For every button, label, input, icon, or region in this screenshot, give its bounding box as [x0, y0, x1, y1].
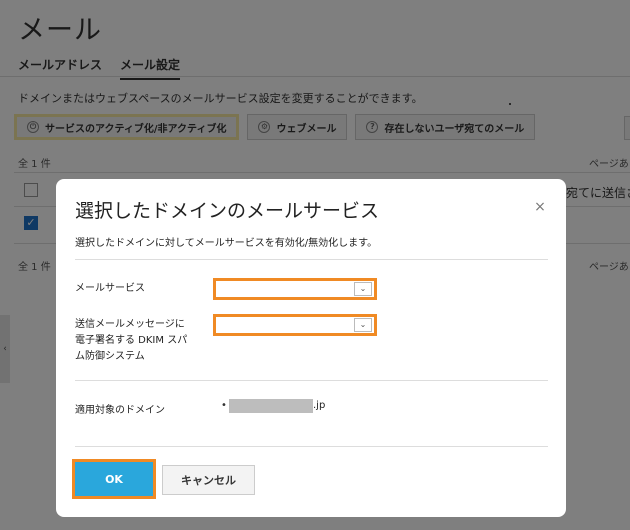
divider-top	[75, 259, 548, 260]
close-icon[interactable]: ×	[532, 199, 548, 215]
redacted-domain-name	[229, 399, 313, 413]
dkim-label-line: 電子署名する DKIM スパ	[75, 335, 188, 346]
dkim-select[interactable]: ⌄	[213, 314, 377, 336]
domain-bullet: •	[221, 400, 227, 411]
mail-service-label: メールサービス	[75, 283, 145, 294]
divider-middle	[75, 380, 548, 381]
domain-suffix: .jp	[313, 400, 326, 411]
ok-button[interactable]: OK	[72, 459, 156, 499]
dkim-label: 送信メールメッセージに 電子署名する DKIM スパ ム防御システム	[75, 317, 187, 365]
chevron-down-icon: ⌄	[354, 282, 372, 296]
target-domain-label: 適用対象のドメイン	[75, 405, 165, 416]
cancel-button[interactable]: キャンセル	[162, 465, 255, 495]
divider-bottom	[75, 446, 548, 447]
chevron-down-icon: ⌄	[354, 318, 372, 332]
dkim-label-line: ム防御システム	[75, 351, 145, 362]
dialog-description: 選択したドメインに対してメールサービスを有効化/無効化します。	[75, 238, 378, 249]
dkim-label-line: 送信メールメッセージに	[75, 319, 185, 330]
mail-service-dialog: 選択したドメインのメールサービス × 選択したドメインに対してメールサービスを有…	[56, 179, 566, 517]
dialog-title: 選択したドメインのメールサービス	[75, 200, 380, 222]
mail-service-select[interactable]: ⌄	[213, 278, 377, 300]
